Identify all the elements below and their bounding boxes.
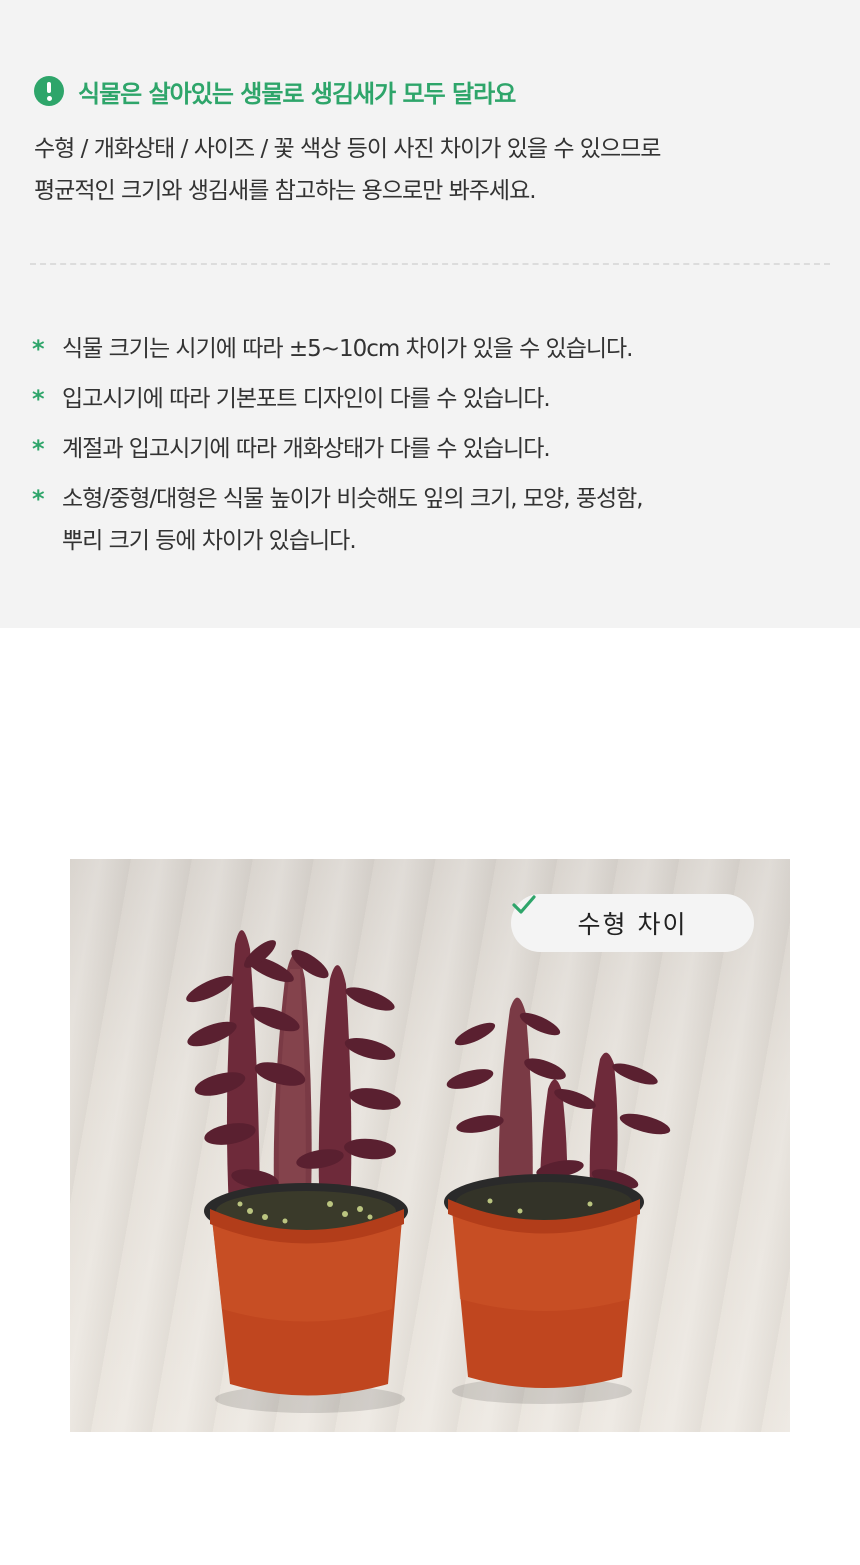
bullet-line: 식물 크기는 시기에 따라 ±5~10cm 차이가 있을 수 있습니다.	[62, 336, 633, 362]
notice-intro: 수형 / 개화상태 / 사이즈 / 꽃 색상 등이 사진 차이가 있을 수 있으…	[34, 128, 824, 212]
left-pot	[204, 1183, 408, 1396]
asterisk-icon: *	[32, 485, 45, 513]
asterisk-icon: *	[32, 435, 45, 463]
bullet-line: 계절과 입고시기에 따라 개화상태가 다를 수 있습니다.	[62, 436, 551, 462]
notice-bullet-list: * 식물 크기는 시기에 따라 ±5~10cm 차이가 있을 수 있습니다. *…	[32, 328, 832, 570]
notice-section: 식물은 살아있는 생물로 생김새가 모두 달라요 수형 / 개화상태 / 사이즈…	[0, 0, 860, 628]
bullet-line: 입고시기에 따라 기본포트 디자인이 다를 수 있습니다.	[62, 386, 551, 412]
plant-photo: 수형 차이	[70, 859, 790, 1432]
notice-heading: 식물은 살아있는 생물로 생김새가 모두 달라요	[34, 74, 516, 108]
badge-label: 수형 차이	[577, 910, 688, 939]
list-item: * 소형/중형/대형은 식물 높이가 비슷해도 잎의 크기, 모양, 풍성함, …	[32, 478, 832, 562]
intro-line: 평균적인 크기와 생김새를 참고하는 용으로만 봐주세요.	[34, 178, 537, 204]
right-pot	[444, 1174, 644, 1388]
notice-heading-text: 식물은 살아있는 생물로 생김새가 모두 달라요	[78, 79, 516, 108]
shape-difference-badge: 수형 차이	[511, 894, 754, 952]
list-item: * 계절과 입고시기에 따라 개화상태가 다를 수 있습니다.	[32, 428, 832, 470]
asterisk-icon: *	[32, 335, 45, 363]
intro-line: 수형 / 개화상태 / 사이즈 / 꽃 색상 등이 사진 차이가 있을 수 있으…	[34, 136, 661, 162]
list-item: * 식물 크기는 시기에 따라 ±5~10cm 차이가 있을 수 있습니다.	[32, 328, 832, 370]
bullet-line: 뿌리 크기 등에 차이가 있습니다.	[62, 528, 357, 554]
check-icon	[512, 895, 536, 914]
exclamation-icon	[34, 76, 64, 106]
dashed-divider	[30, 263, 830, 265]
list-item: * 입고시기에 따라 기본포트 디자인이 다를 수 있습니다.	[32, 378, 832, 420]
asterisk-icon: *	[32, 385, 45, 413]
bullet-line: 소형/중형/대형은 식물 높이가 비슷해도 잎의 크기, 모양, 풍성함,	[62, 486, 644, 512]
